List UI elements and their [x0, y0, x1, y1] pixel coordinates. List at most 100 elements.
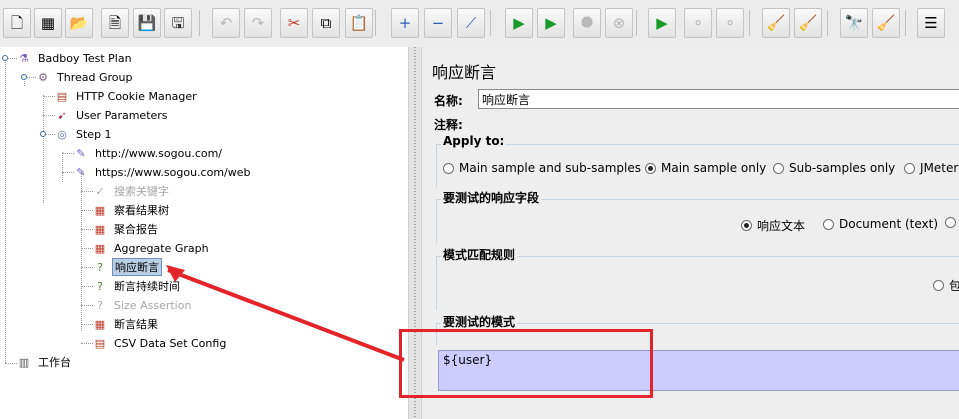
- tree-connector: [81, 229, 93, 230]
- radio-response-text[interactable]: 响应文本: [741, 217, 805, 234]
- tree-connector: [81, 343, 93, 344]
- tree-node[interactable]: ▦ 聚合报告: [92, 220, 160, 238]
- save-as-icon: 🖫: [171, 13, 185, 32]
- close-icon: 🗎: [108, 13, 122, 32]
- tree-connector: [81, 191, 93, 192]
- radio-button[interactable]: [741, 220, 752, 231]
- radio-contains[interactable]: 包: [933, 277, 959, 294]
- tree-expand-handle[interactable]: [2, 55, 8, 61]
- toolbar-separator: [827, 10, 828, 36]
- stop-button[interactable]: ⯃: [573, 8, 601, 38]
- start-no-pauses-button[interactable]: ▶: [537, 8, 565, 38]
- remote-start-button[interactable]: ▶: [648, 8, 676, 38]
- tree-node[interactable]: ◎ Step 1: [54, 125, 114, 143]
- tree-connector: [81, 210, 93, 211]
- radio-button[interactable]: [443, 162, 454, 174]
- test-plan-icon: ⚗: [19, 51, 29, 65]
- new-button[interactable]: 🗋: [3, 8, 31, 38]
- tree-node-label: 搜索关键字: [114, 185, 169, 198]
- tree-node[interactable]: ✓ 搜索关键字: [92, 182, 171, 200]
- tree-node[interactable]: ? 响应断言: [92, 258, 162, 276]
- function-helper-button[interactable]: ☰: [917, 8, 945, 38]
- radio-button[interactable]: [823, 218, 834, 230]
- radio-sub-samples-only[interactable]: Sub-samples only: [773, 161, 895, 175]
- search-button[interactable]: 🔭: [840, 8, 868, 38]
- tree-node-label: 工作台: [38, 356, 71, 369]
- radio-label: Sub-samples only: [789, 161, 896, 175]
- http-sampler-icon: ✎: [76, 146, 86, 160]
- tree-connector: [43, 95, 44, 203]
- duration-assertion-icon: ?: [97, 279, 103, 293]
- remote-shutdown-icon: ⚬: [723, 13, 737, 32]
- radio-main-sample-only[interactable]: Main sample only: [645, 161, 766, 175]
- tree-node-label: CSV Data Set Config: [114, 336, 227, 350]
- tree-expand-handle[interactable]: [40, 131, 46, 137]
- copy-button[interactable]: ⧉: [312, 8, 340, 38]
- tree-node-label: 断言结果: [114, 318, 158, 331]
- reset-search-button[interactable]: 🧹: [872, 8, 900, 38]
- tree-node[interactable]: ▥ 工作台: [16, 353, 73, 371]
- collapse-icon: −: [431, 13, 445, 32]
- cut-button[interactable]: ✂: [280, 8, 308, 38]
- close-button[interactable]: 🗎: [101, 8, 129, 38]
- tree-node[interactable]: ▤ CSV Data Set Config: [92, 334, 228, 352]
- radio-button[interactable]: [904, 162, 915, 174]
- tree-node-label: Thread Group: [57, 70, 133, 84]
- patterns-title: 要测试的模式: [441, 313, 518, 330]
- toggle-button[interactable]: ⟋: [457, 8, 485, 38]
- tree-connector: [62, 172, 74, 173]
- toolbar-separator: [490, 10, 491, 36]
- tree-node-label: User Parameters: [76, 108, 168, 122]
- tree-node[interactable]: ▦ 察看结果树: [92, 201, 171, 219]
- radio-label: 包: [949, 279, 959, 293]
- listener-icon: ▦: [94, 222, 106, 236]
- radio-button[interactable]: [773, 162, 784, 174]
- open-button[interactable]: 📂: [65, 8, 93, 38]
- tree-expand-handle[interactable]: [21, 74, 27, 80]
- copy-icon: ⧉: [320, 13, 332, 32]
- radio-main-and-sub-samples[interactable]: Main sample and sub-samples: [443, 161, 641, 175]
- tree-node[interactable]: ▦ Aggregate Graph: [92, 239, 211, 257]
- csv-config-icon: ▤: [94, 336, 106, 350]
- collapse-button[interactable]: −: [424, 8, 452, 38]
- remote-stop-button[interactable]: ⚬: [684, 8, 712, 38]
- tree-node[interactable]: ⚙ Thread Group: [35, 68, 134, 86]
- response-assertion-icon: ?: [97, 260, 103, 274]
- tree-node-label: 察看结果树: [114, 204, 169, 217]
- tree-connector: [5, 363, 17, 364]
- remote-shutdown-button[interactable]: ⚬: [716, 8, 744, 38]
- tree-connector: [81, 248, 93, 249]
- name-field[interactable]: 响应断言: [478, 89, 959, 109]
- tree-node[interactable]: ? Size Assertion: [92, 296, 193, 314]
- templates-button[interactable]: ▦: [34, 8, 62, 38]
- tree-node[interactable]: ➹ User Parameters: [54, 106, 170, 124]
- clear-button[interactable]: 🧹: [762, 8, 790, 38]
- tree-node[interactable]: ▤ HTTP Cookie Manager: [54, 87, 199, 105]
- tree-node[interactable]: ▦ 断言结果: [92, 315, 160, 333]
- listener-icon: ▦: [94, 241, 106, 255]
- cut-icon: ✂: [287, 13, 301, 32]
- redo-button[interactable]: ↷: [244, 8, 272, 38]
- radio-button[interactable]: [645, 162, 656, 174]
- clear-all-button[interactable]: 🧹: [794, 8, 822, 38]
- undo-button[interactable]: ↶: [212, 8, 240, 38]
- radio-document-text[interactable]: Document (text): [823, 217, 938, 231]
- radio-label: JMeter: [920, 161, 959, 175]
- radio-button[interactable]: [945, 217, 956, 228]
- save-button[interactable]: 💾: [133, 8, 161, 38]
- start-button[interactable]: ▶: [505, 8, 533, 38]
- save-as-button[interactable]: 🖫: [164, 8, 192, 38]
- tree-node[interactable]: ✎ https://www.sogou.com/web: [73, 163, 253, 181]
- radio-jmeter-variable[interactable]: JMeter: [904, 161, 958, 175]
- comment-label: 注释:: [434, 118, 463, 132]
- tree-node[interactable]: ⚗ Badboy Test Plan: [16, 49, 134, 67]
- main-toolbar: 🗋 ▦ 📂 🗎 💾 🖫 ↶ ↷ ✂ ⧉ 📋 + − ⟋ ▶ ▶ ⯃ ⊗ ▶ ⚬ ⚬ 🧹 🧹 🔭 🧹 ☰: [0, 0, 959, 48]
- tree-node[interactable]: ✎ http://www.sogou.com/: [73, 144, 224, 162]
- radio-button[interactable]: [933, 280, 944, 291]
- paste-button[interactable]: 📋: [345, 8, 373, 38]
- shutdown-button[interactable]: ⊗: [605, 8, 633, 38]
- tree-node[interactable]: ? 断言持续时间: [92, 277, 182, 295]
- expand-button[interactable]: +: [391, 8, 419, 38]
- radio-response-field-more[interactable]: [945, 217, 959, 228]
- tree-connector: [43, 115, 55, 116]
